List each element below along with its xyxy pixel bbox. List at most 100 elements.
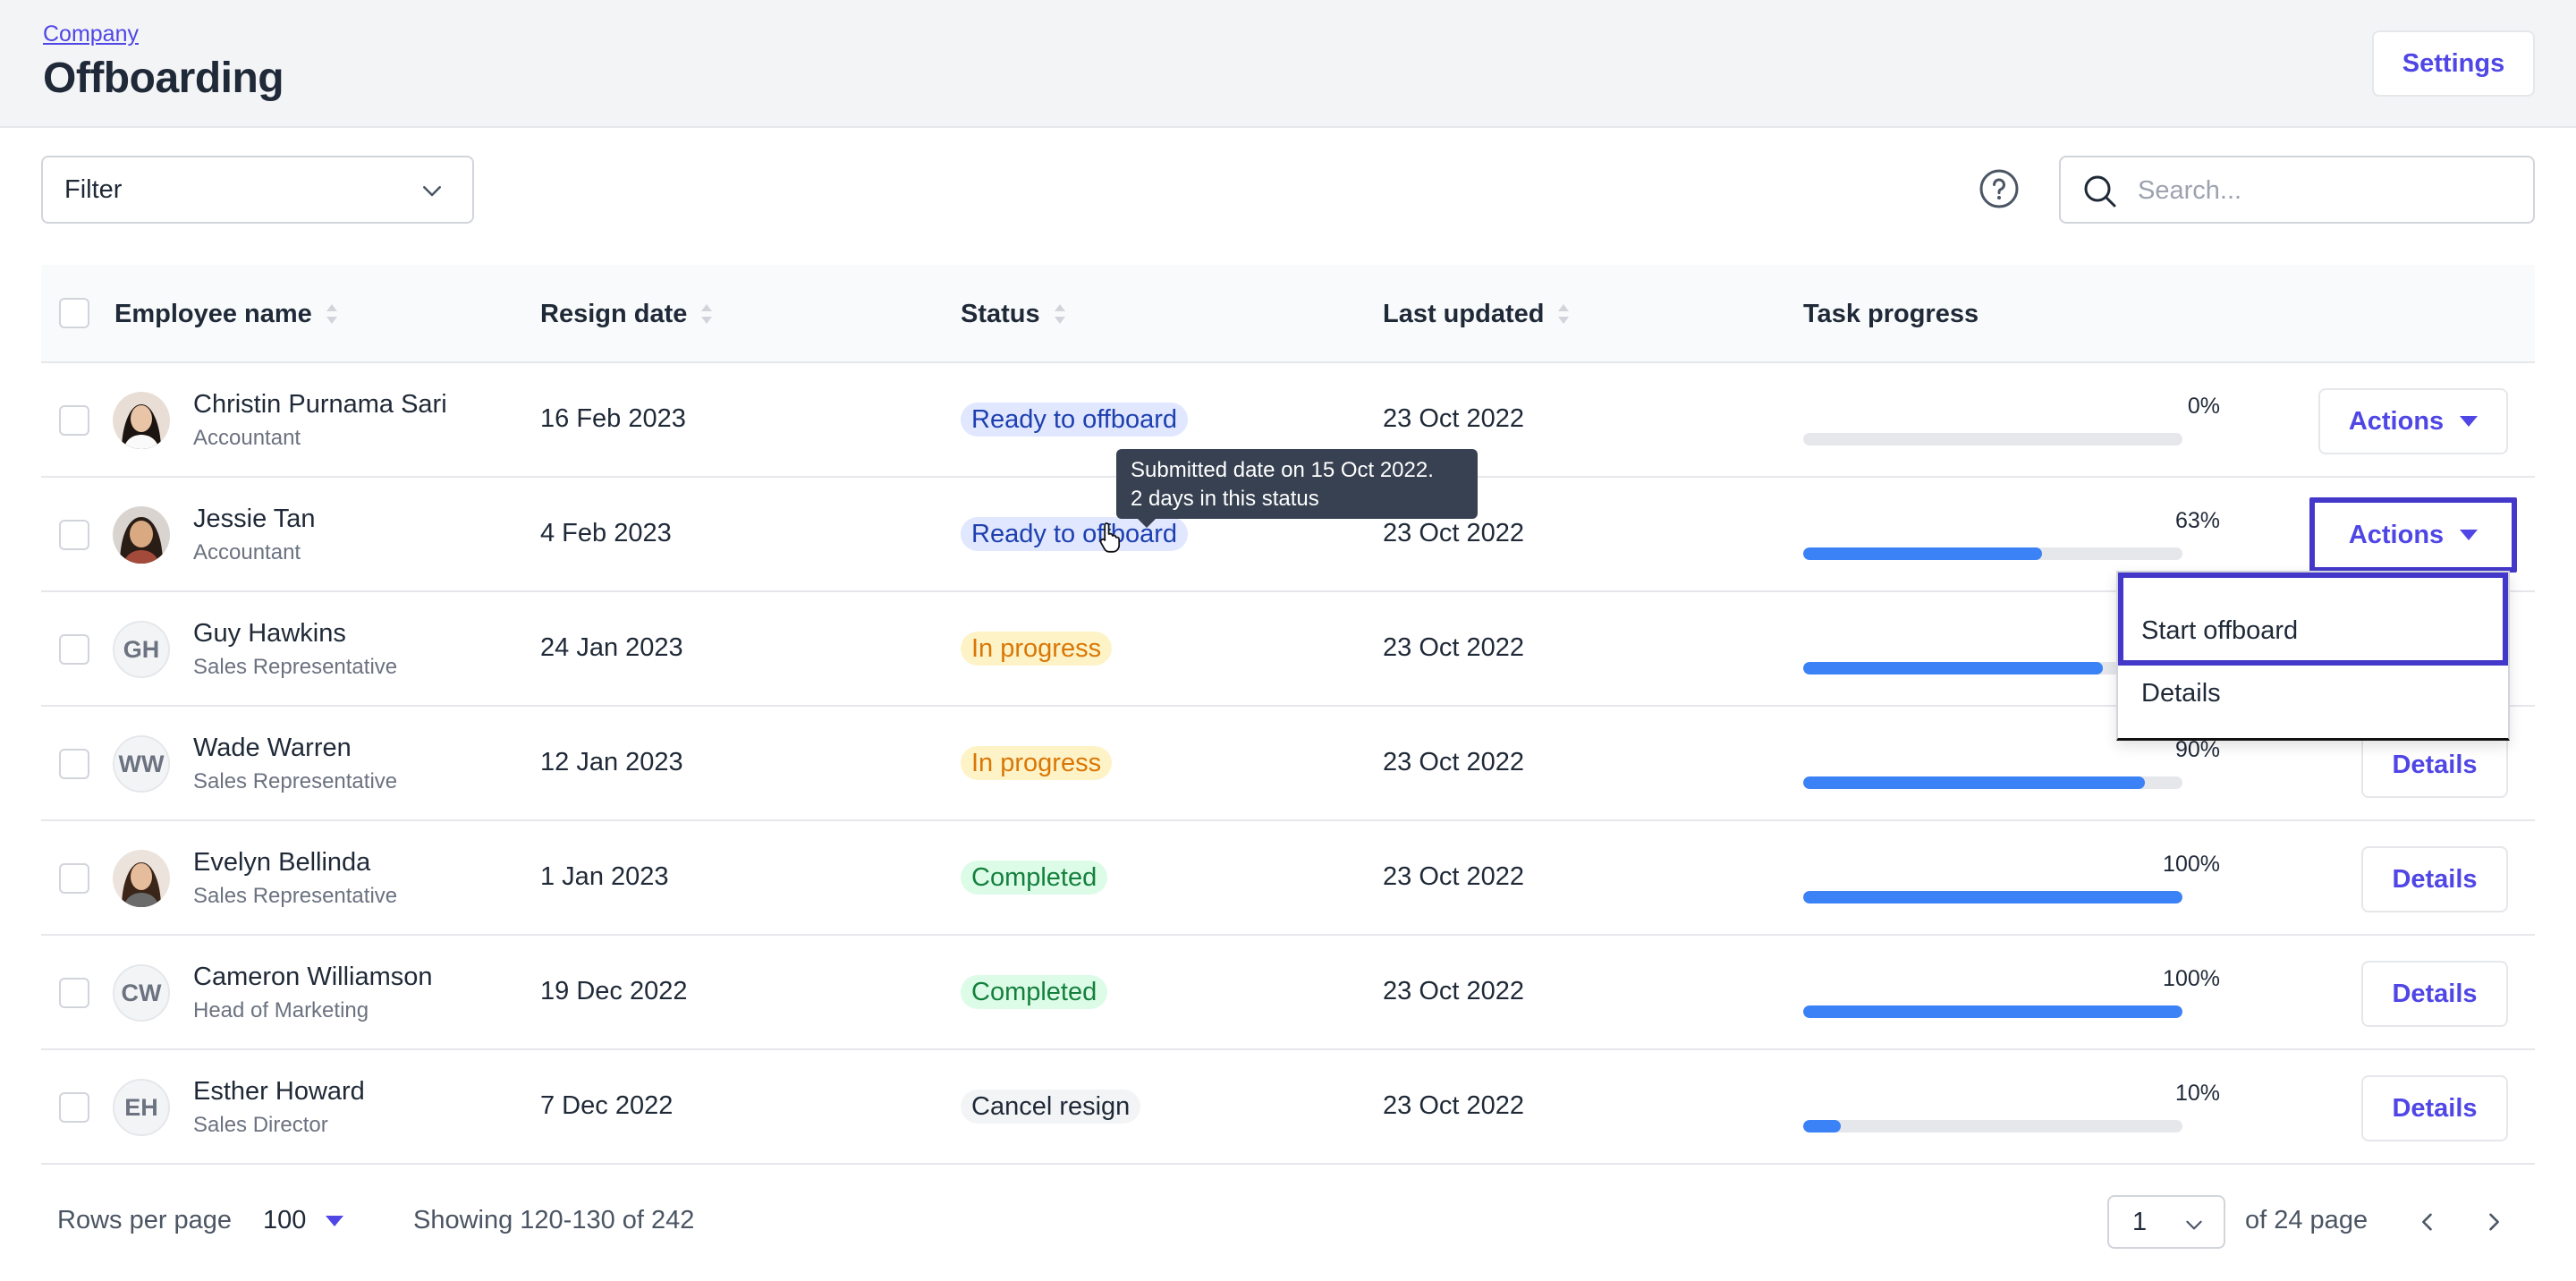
last-updated: 23 Oct 2022 bbox=[1383, 862, 1524, 891]
filter-label: Filter bbox=[64, 174, 123, 204]
employee-name: Guy Hawkins bbox=[193, 619, 346, 648]
search-box bbox=[2059, 156, 2535, 224]
avatar: WW bbox=[113, 735, 170, 793]
next-page-button[interactable] bbox=[2476, 1204, 2512, 1240]
status-badge: Completed bbox=[961, 975, 1108, 1009]
actions-button[interactable]: Actions bbox=[2318, 388, 2508, 454]
caret-down-icon bbox=[326, 1215, 344, 1226]
rows-per-page-select[interactable]: 100 bbox=[263, 1206, 344, 1235]
chevron-down-icon bbox=[423, 186, 441, 197]
employee-name: Esther Howard bbox=[193, 1077, 365, 1106]
employee-name: Evelyn Bellinda bbox=[193, 848, 371, 877]
table-header: Employee name Resign date Status Last up… bbox=[41, 265, 2535, 363]
avatar: GH bbox=[113, 621, 170, 678]
row-checkbox[interactable] bbox=[59, 1092, 89, 1123]
status-badge: Cancel resign bbox=[961, 1090, 1141, 1124]
resign-date: 4 Feb 2023 bbox=[540, 519, 672, 547]
column-last-updated[interactable]: Last updated bbox=[1383, 265, 1571, 363]
progress-fill bbox=[1803, 1005, 2182, 1018]
caret-down-icon bbox=[2460, 416, 2479, 427]
chevron-right-icon bbox=[2489, 1213, 2499, 1231]
details-button[interactable]: Details bbox=[2361, 1075, 2508, 1141]
sort-icon bbox=[326, 304, 337, 324]
resign-date: 7 Dec 2022 bbox=[540, 1091, 674, 1120]
avatar bbox=[113, 392, 170, 449]
showing-count: Showing 120-130 of 242 bbox=[413, 1206, 695, 1234]
actions-button[interactable]: Actions bbox=[2309, 497, 2517, 573]
details-button[interactable]: Details bbox=[2361, 961, 2508, 1027]
progress-percent: 63% bbox=[2174, 508, 2220, 533]
last-updated: 23 Oct 2022 bbox=[1383, 404, 1524, 433]
employee-name: Cameron Williamson bbox=[193, 963, 433, 991]
resign-date: 1 Jan 2023 bbox=[540, 862, 669, 891]
tooltip-line-1: Submitted date on 15 Oct 2022. bbox=[1131, 458, 1434, 482]
rows-per-page-label: Rows per page bbox=[57, 1206, 233, 1234]
column-status[interactable]: Status bbox=[961, 265, 1067, 363]
progress-bar bbox=[1803, 891, 2182, 903]
progress-fill bbox=[1803, 547, 2043, 560]
tooltip-line-2: 2 days in this status bbox=[1131, 487, 1319, 511]
filter-select[interactable]: Filter bbox=[41, 156, 474, 224]
tooltip-arrow bbox=[1138, 519, 1156, 528]
settings-button[interactable]: Settings bbox=[2372, 30, 2535, 97]
resign-date: 12 Jan 2023 bbox=[540, 748, 683, 776]
row-checkbox[interactable] bbox=[59, 520, 89, 550]
employee-name: Christin Purnama Sari bbox=[193, 390, 447, 419]
previous-page-button[interactable] bbox=[2410, 1204, 2445, 1240]
page-number-select[interactable]: 1 bbox=[2107, 1195, 2225, 1249]
employee-role: Accountant bbox=[193, 426, 301, 450]
progress-fill bbox=[1803, 1120, 1842, 1133]
employee-role: Accountant bbox=[193, 540, 301, 564]
row-checkbox[interactable] bbox=[59, 978, 89, 1008]
row-checkbox[interactable] bbox=[59, 634, 89, 665]
table-row: Evelyn Bellinda Sales Representative 1 J… bbox=[41, 821, 2535, 936]
progress-bar bbox=[1803, 776, 2182, 789]
last-updated: 23 Oct 2022 bbox=[1383, 977, 1524, 1005]
progress-bar bbox=[1803, 1005, 2182, 1018]
resign-date: 19 Dec 2022 bbox=[540, 977, 688, 1005]
resign-date: 24 Jan 2023 bbox=[540, 633, 683, 662]
sort-icon bbox=[1054, 304, 1065, 324]
menu-item-start-offboard[interactable]: Start offboard bbox=[2118, 573, 2508, 666]
table-row: EH Esther Howard Sales Director 7 Dec 20… bbox=[41, 1050, 2535, 1165]
menu-item-details[interactable]: Details bbox=[2118, 653, 2508, 734]
employee-name: Jessie Tan bbox=[193, 505, 316, 533]
details-button[interactable]: Details bbox=[2361, 732, 2508, 798]
progress-bar bbox=[1803, 547, 2182, 560]
last-updated: 23 Oct 2022 bbox=[1383, 519, 1524, 547]
last-updated: 23 Oct 2022 bbox=[1383, 1091, 1524, 1120]
avatar: CW bbox=[113, 964, 170, 1022]
status-badge: Ready to offboard bbox=[961, 403, 1189, 437]
employee-role: Sales Representative bbox=[193, 769, 398, 793]
progress-bar bbox=[1803, 433, 2182, 445]
help-icon[interactable] bbox=[1979, 168, 2020, 209]
column-employee-name[interactable]: Employee name bbox=[114, 265, 339, 363]
status-badge: In progress bbox=[961, 632, 1113, 666]
progress-fill bbox=[1803, 662, 2103, 674]
status-badge: In progress bbox=[961, 746, 1113, 780]
select-all-checkbox[interactable] bbox=[59, 298, 89, 328]
caret-down-icon bbox=[2460, 530, 2479, 540]
chevron-down-icon bbox=[2186, 1220, 2202, 1230]
breadcrumb-company[interactable]: Company bbox=[43, 21, 139, 47]
page-title: Offboarding bbox=[43, 55, 284, 102]
avatar bbox=[113, 850, 170, 907]
row-checkbox[interactable] bbox=[59, 405, 89, 436]
column-resign-date[interactable]: Resign date bbox=[540, 265, 714, 363]
employee-role: Sales Representative bbox=[193, 884, 398, 908]
search-icon bbox=[2084, 175, 2116, 208]
details-button[interactable]: Details bbox=[2361, 846, 2508, 912]
total-pages: of 24 page bbox=[2245, 1206, 2368, 1234]
column-task-progress: Task progress bbox=[1803, 299, 1979, 328]
table-row: CW Cameron Williamson Head of Marketing … bbox=[41, 936, 2535, 1050]
row-checkbox[interactable] bbox=[59, 749, 89, 779]
progress-fill bbox=[1803, 776, 2145, 789]
progress-percent: 90% bbox=[2174, 737, 2220, 762]
search-input[interactable] bbox=[2138, 172, 2513, 209]
progress-percent: 100% bbox=[2163, 966, 2220, 991]
progress-fill bbox=[1803, 891, 2182, 903]
sort-icon bbox=[1558, 304, 1570, 324]
row-checkbox[interactable] bbox=[59, 863, 89, 894]
progress-percent: 10% bbox=[2174, 1081, 2220, 1106]
sort-icon bbox=[701, 304, 713, 324]
